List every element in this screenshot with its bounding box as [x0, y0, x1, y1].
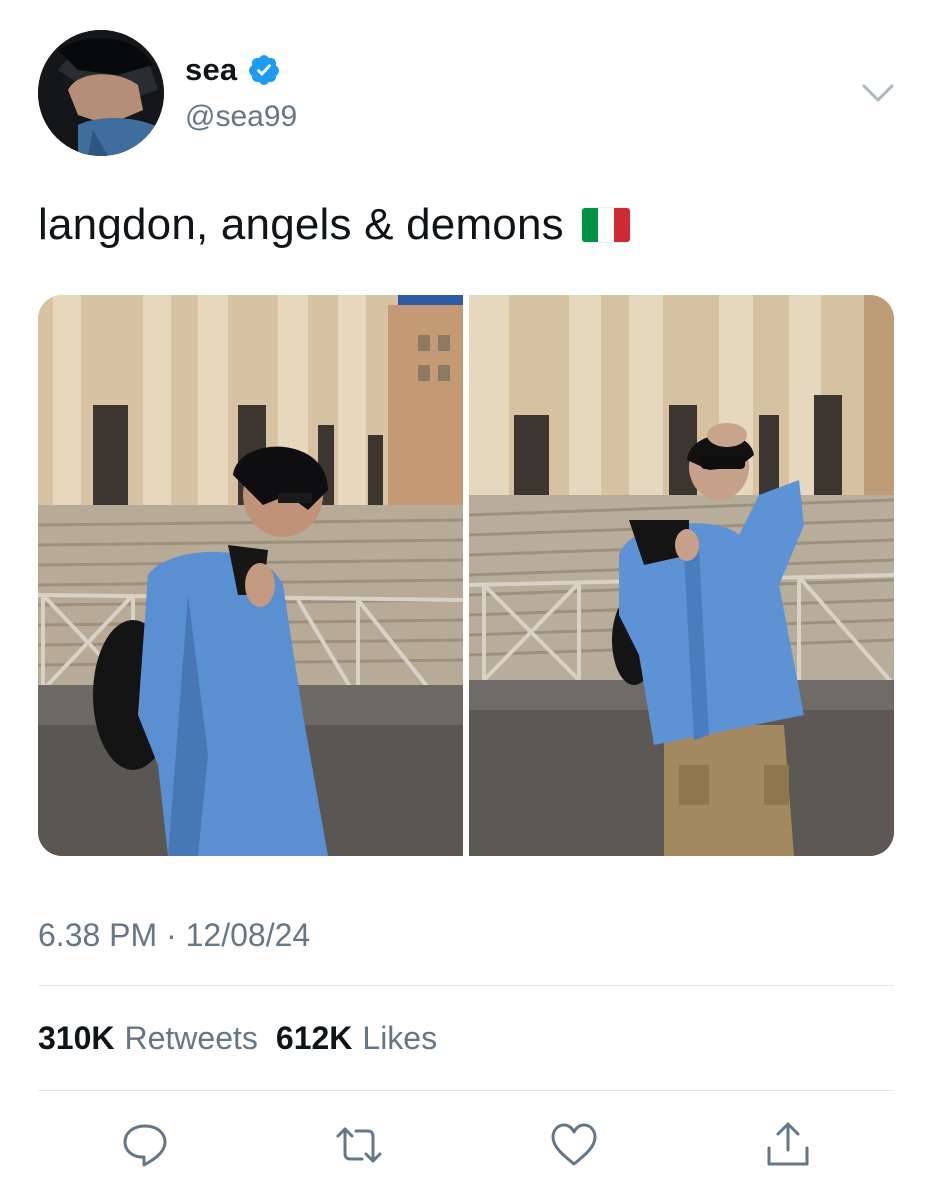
- display-name[interactable]: sea: [185, 52, 237, 88]
- tweet-card: sea @sea99 langdon, angels & demons 6.38…: [0, 0, 932, 1200]
- reply-button[interactable]: [120, 1120, 170, 1170]
- divider: [38, 985, 894, 986]
- name-row: sea: [185, 52, 281, 88]
- tweet-text: langdon, angels & demons: [38, 200, 630, 250]
- tweet-photo-2[interactable]: [469, 295, 894, 856]
- retweets-label: Retweets: [124, 1020, 258, 1056]
- heart-icon: [551, 1123, 597, 1166]
- retweets-stat[interactable]: 310K Retweets: [38, 1020, 266, 1057]
- reply-icon: [123, 1124, 167, 1167]
- chevron-down-icon[interactable]: [860, 78, 896, 108]
- avatar[interactable]: [38, 30, 164, 156]
- action-bar: [0, 1120, 932, 1170]
- tweet-stats: 310K Retweets 612K Likes: [38, 1020, 445, 1057]
- tweet-timestamp[interactable]: 6.38 PM · 12/08/24: [38, 917, 310, 954]
- like-button[interactable]: [549, 1120, 599, 1170]
- retweet-icon: [336, 1127, 382, 1163]
- retweets-count: 310K: [38, 1020, 115, 1056]
- retweet-button[interactable]: [334, 1120, 384, 1170]
- share-icon: [767, 1122, 809, 1166]
- divider: [38, 1090, 894, 1091]
- tweet-photo-1[interactable]: [38, 295, 463, 856]
- italy-flag-icon: [581, 208, 630, 242]
- likes-label: Likes: [362, 1020, 438, 1056]
- user-handle[interactable]: @sea99: [185, 100, 297, 134]
- likes-stat[interactable]: 612K Likes: [276, 1020, 445, 1057]
- likes-count: 612K: [275, 1020, 353, 1056]
- share-button[interactable]: [763, 1120, 813, 1170]
- verified-badge-icon: [249, 55, 280, 85]
- tweet-text-content: langdon, angels & demons: [38, 200, 564, 249]
- tweet-media: [38, 295, 894, 856]
